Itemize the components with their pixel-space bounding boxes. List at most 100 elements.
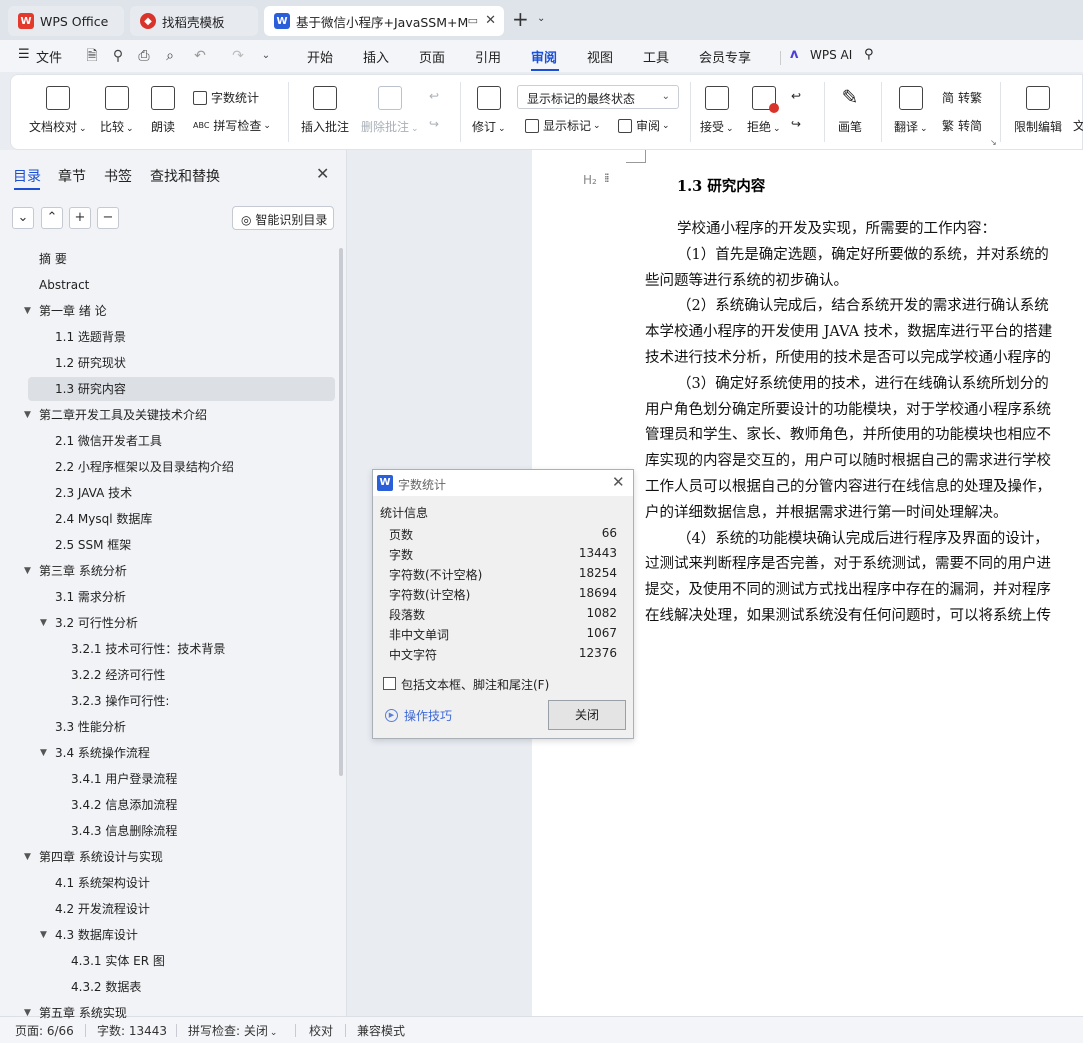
toc-item[interactable]: 2.5 SSM 框架 [55,533,131,557]
toc-item[interactable]: 1.1 选题背景 [55,325,126,349]
tab-bookmarks[interactable]: 书签 [104,166,132,186]
toc-item[interactable]: 第一章 绪 论 [39,299,107,323]
toc-item[interactable]: 1.3 研究内容 [28,377,335,401]
toc-item[interactable]: 2.3 JAVA 技术 [55,481,132,505]
close-icon[interactable]: ✕ [485,13,496,28]
screen-icon[interactable]: ▭ [468,14,478,27]
prev-change-icon[interactable]: ↩ [791,89,801,103]
expand-caret-icon[interactable]: ▼ [24,410,31,420]
menu-insert[interactable]: 插入 [363,47,389,66]
delete-comment-button[interactable]: 删除批注 ⌄ [361,86,419,135]
toc-item[interactable]: 3.2.3 操作可行性: [71,689,169,713]
track-changes-button[interactable]: 修订 ⌄ [472,86,506,135]
expand-caret-icon[interactable]: ▼ [24,1008,31,1018]
menu-view[interactable]: 视图 [587,47,613,66]
toc-item[interactable]: 4.2 开发流程设计 [55,897,150,921]
accept-button[interactable]: 接受 ⌄ [700,86,734,135]
toc-item[interactable]: 3.2.2 经济可行性 [71,663,165,687]
expand-caret-icon[interactable]: ▼ [24,566,31,576]
restrict-edit-button[interactable]: 限制编辑 [1014,86,1062,135]
toc-item[interactable]: 第四章 系统设计与实现 [39,845,163,869]
insert-comment-button[interactable]: 插入批注 [301,86,349,135]
menu-member[interactable]: 会员专享 [699,47,751,66]
menu-page[interactable]: 页面 [419,47,445,66]
tab-document[interactable]: W 基于微信小程序+JavaSSM+M ▭ ✕ [264,6,504,36]
save-icon[interactable]: 🗎 [84,48,100,64]
tab-wps-office[interactable]: W WPS Office [8,6,124,36]
redo-icon[interactable]: ↷ [230,48,246,64]
print-icon[interactable]: ⎙ [136,48,152,64]
toc-item[interactable]: 第二章开发工具及关键技术介绍 [39,403,207,427]
expand-caret-icon[interactable]: ▼ [40,618,47,628]
toc-item[interactable]: 3.2 可行性分析 [55,611,138,635]
expand-caret-icon[interactable]: ▼ [24,306,31,316]
word-count-button[interactable]: 字数统计 [193,89,259,106]
expand-caret-icon[interactable]: ▼ [24,852,31,862]
expand-up-button[interactable]: ⌃ [41,207,63,229]
toc-item[interactable]: 3.4.2 信息添加流程 [71,793,177,817]
close-icon[interactable]: ✕ [612,473,625,491]
toc-item[interactable]: 第三章 系统分析 [39,559,127,583]
toc-scrollbar[interactable] [339,248,343,776]
spell-check-button[interactable]: ABC 拼写检查 ⌄ [193,117,271,134]
menu-tools[interactable]: 工具 [643,47,669,66]
play-icon[interactable]: ▶ [385,709,398,722]
toc-item[interactable]: 第五章 系统实现 [39,1001,127,1025]
toc-item[interactable]: 3.4 系统操作流程 [55,741,150,765]
close-button[interactable]: 关闭 [548,700,626,730]
export-icon[interactable]: ⚲ [110,48,126,64]
toc-item[interactable]: 4.1 系统架构设计 [55,871,150,895]
read-aloud-button[interactable]: 朗读 [151,86,175,135]
toc-item[interactable]: 3.4.3 信息删除流程 [71,819,177,843]
toc-item[interactable]: 3.1 需求分析 [55,585,126,609]
remove-heading-button[interactable]: − [97,207,119,229]
expand-caret-icon[interactable]: ▼ [40,930,47,940]
tab-sections[interactable]: 章节 [58,166,86,186]
menu-file[interactable]: 文件 [36,47,62,66]
toc-item[interactable]: 2.4 Mysql 数据库 [55,507,152,531]
menu-start[interactable]: 开始 [307,47,333,66]
toc-item[interactable]: 3.2.1 技术可行性：技术背景 [71,637,225,661]
toc-item[interactable]: 摘 要 [39,247,67,271]
wps-ai-icon[interactable]: ʌ [790,47,798,62]
close-icon[interactable]: ✕ [316,164,329,183]
tips-link[interactable]: 操作技巧 [404,707,452,724]
toc-item[interactable]: 1.2 研究现状 [55,351,126,375]
translate-button[interactable]: 翻译 ⌄ [894,86,928,135]
doc-check-button[interactable]: 文档校对 ⌄ [29,86,87,135]
status-proof[interactable]: 校对 [309,1022,333,1039]
review-pane-button[interactable]: 审阅 ⌄ [618,117,670,134]
add-heading-button[interactable]: + [69,207,91,229]
dialog-titlebar[interactable]: W 字数统计 ✕ [373,470,633,496]
hamburger-icon[interactable]: ☰ [18,47,30,62]
tab-docer[interactable]: ◆ 找稻壳模板 [130,6,258,36]
toc-item[interactable]: 3.4.1 用户登录流程 [71,767,177,791]
dialog-launcher-icon[interactable]: ↘ [990,138,997,147]
to-traditional-button[interactable]: 简 转繁 [942,89,982,106]
tab-find-replace[interactable]: 查找和替换 [150,166,220,186]
menu-references[interactable]: 引用 [475,47,501,66]
status-spell-check[interactable]: 拼写检查: 关闭 ⌄ [188,1022,277,1039]
compare-button[interactable]: 比较 ⌄ [100,86,134,135]
chevron-down-icon[interactable]: ⌄ [537,13,545,24]
include-textbox-label[interactable]: 包括文本框、脚注和尾注(F) [401,676,549,693]
quick-access-more-icon[interactable]: ⌄ [258,48,274,64]
menu-review[interactable]: 审阅 [531,47,557,66]
drag-handle-icon[interactable]: ⁞⁞ [604,171,609,185]
include-textbox-checkbox[interactable] [383,677,396,690]
add-tab-icon[interactable]: + [512,9,529,29]
collapse-all-button[interactable]: ⌄ [12,207,34,229]
print-preview-icon[interactable]: ⌕ [162,48,178,64]
toc-item[interactable]: 2.2 小程序框架以及目录结构介绍 [55,455,234,479]
toc-item[interactable]: 4.3 数据库设计 [55,923,138,947]
menu-wps-ai[interactable]: WPS AI [810,48,852,62]
toc-item[interactable]: 2.1 微信开发者工具 [55,429,162,453]
markup-state-dropdown[interactable]: 显示标记的最终状态 ⌄ [517,85,679,109]
reject-button[interactable]: 拒绝 ⌄ [747,86,781,135]
expand-caret-icon[interactable]: ▼ [40,748,47,758]
ribbon-more[interactable]: 文 [1073,117,1083,134]
heading-level-marker[interactable]: H₂ [583,173,597,187]
next-comment-icon[interactable]: ↪ [429,117,439,131]
search-icon[interactable]: ⚲ [864,47,874,62]
toc-item[interactable]: Abstract [39,273,89,297]
